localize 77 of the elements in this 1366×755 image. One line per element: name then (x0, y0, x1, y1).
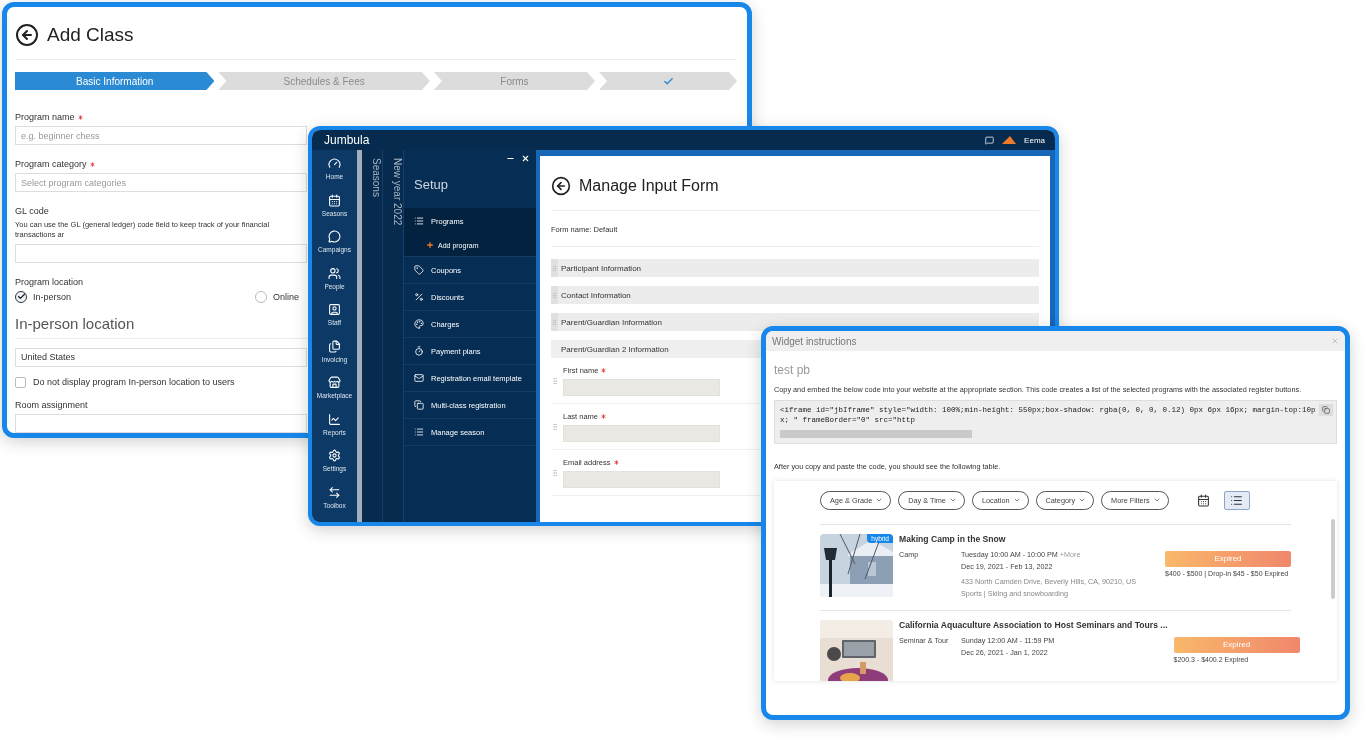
arrows-icon (328, 485, 341, 499)
field-label: GL code (15, 206, 49, 216)
text-field[interactable]: e.g. beginner chess (15, 126, 307, 145)
page-title: Add Class (47, 24, 134, 46)
field-label: Program name (15, 112, 75, 122)
chevron-down-icon (1012, 496, 1021, 504)
back-icon[interactable] (551, 176, 571, 196)
gauge-icon (328, 157, 341, 170)
mail-icon (414, 373, 424, 383)
chat-bubble-icon (328, 230, 341, 243)
chevron-down-icon (875, 496, 884, 504)
chevron-down-icon (1152, 496, 1161, 504)
tag-icon (414, 265, 424, 275)
radio-label: Online (273, 291, 299, 302)
checkbox-label: Do not display program In-person location to users (33, 377, 235, 387)
percent-icon (414, 292, 424, 302)
documents-icon (328, 339, 341, 353)
drag-handle[interactable] (551, 313, 558, 331)
id-card-icon (328, 303, 341, 316)
chevron-down-icon (1078, 496, 1087, 504)
radio-button[interactable] (255, 290, 267, 303)
section-heading: In-person location (15, 314, 135, 332)
section-header[interactable]: Contact Information (551, 286, 1039, 304)
user-name[interactable]: Eema (1024, 135, 1045, 145)
drag-handle[interactable] (551, 286, 558, 304)
section-title: Participant Information (561, 263, 642, 273)
brand-name: Jumbula (324, 133, 371, 147)
select-field[interactable]: Select program categories (15, 173, 307, 192)
calendar-icon (328, 193, 341, 207)
text-field[interactable] (563, 425, 720, 442)
check-icon (662, 75, 674, 87)
line-chart-icon (328, 412, 341, 426)
stopwatch-icon (414, 346, 424, 356)
radio-label: In-person (33, 291, 72, 302)
section-title: Contact Information (561, 290, 631, 300)
drag-handle[interactable] (551, 469, 559, 477)
people-icon (328, 266, 341, 280)
drag-handle[interactable] (551, 423, 559, 431)
program-title[interactable]: Making Camp in the Snow (899, 533, 1159, 544)
section-title: Parent/Guardian Information (561, 317, 662, 327)
back-icon[interactable] (15, 23, 39, 47)
text-field[interactable] (15, 243, 307, 263)
section-header[interactable]: Participant Information (551, 259, 1039, 277)
radio-button[interactable] (15, 290, 27, 303)
drag-handle[interactable] (551, 377, 559, 385)
view-toggle[interactable] (1223, 490, 1250, 510)
vertical-tab[interactable]: New year 2022 (383, 150, 404, 522)
vertical-tab[interactable]: Seasons (362, 150, 383, 522)
dialog-title: Widget instructions (772, 335, 857, 347)
panel-title: Setup (413, 176, 449, 194)
checkbox[interactable] (15, 376, 26, 388)
list-icon (1230, 493, 1244, 507)
text-field[interactable] (15, 413, 307, 433)
plus-icon (426, 241, 434, 249)
field-label: Program category (15, 159, 87, 169)
calendar-icon (1197, 493, 1211, 507)
field-label: Room assignment (15, 399, 88, 410)
field-label: Program location (15, 276, 84, 287)
page-title: Manage Input Form (579, 177, 719, 195)
program-title[interactable]: California Aquaculture Association to Host Seminars and Tours ... (899, 619, 1168, 630)
list-icon (414, 216, 424, 226)
chevron-down-icon (948, 496, 957, 504)
wizard-step[interactable]: Basic Information (15, 72, 215, 90)
logo-icon (1002, 136, 1017, 144)
country-field[interactable]: United States (15, 347, 307, 367)
text-field[interactable] (563, 471, 720, 488)
message-icon[interactable] (985, 135, 995, 145)
section-title: Parent/Guardian 2 Information (561, 344, 669, 354)
text-field[interactable] (563, 379, 720, 396)
list-icon (414, 427, 424, 437)
copy-button[interactable] (1319, 404, 1333, 416)
widget-name: test pb (774, 363, 812, 377)
settings-icon (328, 449, 341, 462)
copy-icon (414, 400, 424, 410)
store-icon (328, 376, 341, 389)
palette-icon (414, 319, 424, 329)
drag-handle[interactable] (551, 259, 558, 277)
